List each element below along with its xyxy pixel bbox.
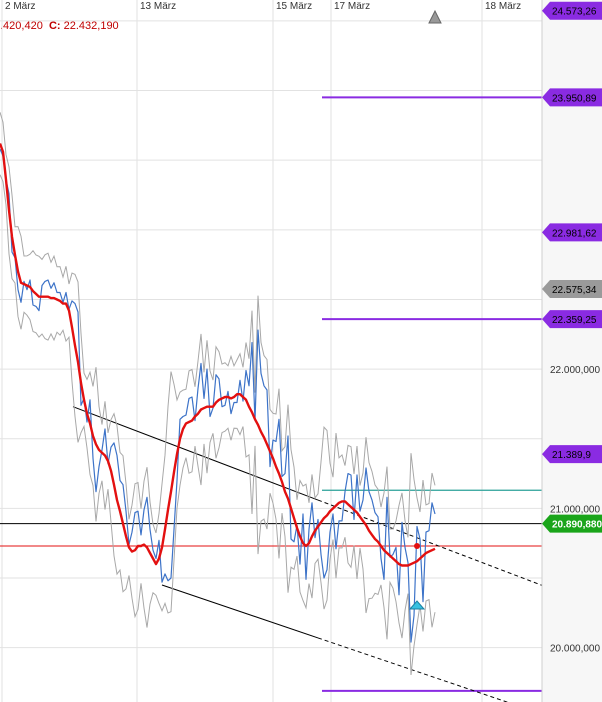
x-axis: 2 März 13 März 15 März 17 März 18 März — [5, 1, 521, 12]
x-tick-label: 15 März — [276, 1, 312, 12]
moving-average-line — [0, 143, 436, 567]
level-tag-label: 21.389,9 — [552, 450, 591, 461]
y-tick-label: 22.000,000 — [550, 365, 600, 376]
level-tag-label: 24.573,26 — [552, 7, 597, 18]
level-tag: 22.359,25 — [542, 310, 602, 329]
level-tag: 21.389,9 — [542, 445, 602, 464]
level-tag: 20.890,880 — [542, 514, 602, 533]
y-tick-label: 21.000,000 — [550, 504, 600, 515]
level-tag: 23.950,89 — [542, 88, 602, 107]
trend-line — [161, 584, 319, 639]
price-series-line — [0, 148, 436, 643]
markers — [408, 9, 442, 610]
volatility-bands — [0, 112, 436, 676]
level-tag-label: 23.950,89 — [552, 93, 597, 104]
lower-band-line — [0, 174, 436, 676]
level-tag: 24.573,26 — [542, 1, 602, 20]
level-tag: 22.575,34 — [542, 279, 602, 298]
series-lines — [0, 143, 436, 643]
level-tag-label: 22.981,62 — [552, 228, 597, 239]
x-tick-label: 13 März — [140, 1, 176, 12]
trend-line-extension — [317, 499, 543, 586]
chart-grid — [0, 0, 542, 702]
level-tag: 22.981,62 — [542, 223, 602, 242]
y-tick-label: 20.000,000 — [550, 644, 600, 655]
level-tag-label: 22.359,25 — [552, 315, 597, 326]
upper-band-line — [0, 112, 436, 538]
price-chart[interactable]: 2 März 13 März 15 März 17 März 18 März 22.00… — [0, 0, 602, 702]
x-tick-label: 2 März — [5, 1, 36, 12]
x-tick-label: 17 März — [334, 1, 370, 12]
horizontal-levels — [0, 96, 542, 692]
red-point-marker — [414, 543, 420, 549]
level-tag-label: 20.890,880 — [552, 520, 602, 531]
cyan-triangle-marker-icon — [408, 600, 426, 610]
triangle-up-icon — [428, 9, 442, 24]
x-tick-label: 18 März — [485, 1, 521, 12]
level-tag-label: 22.575,34 — [552, 285, 597, 296]
